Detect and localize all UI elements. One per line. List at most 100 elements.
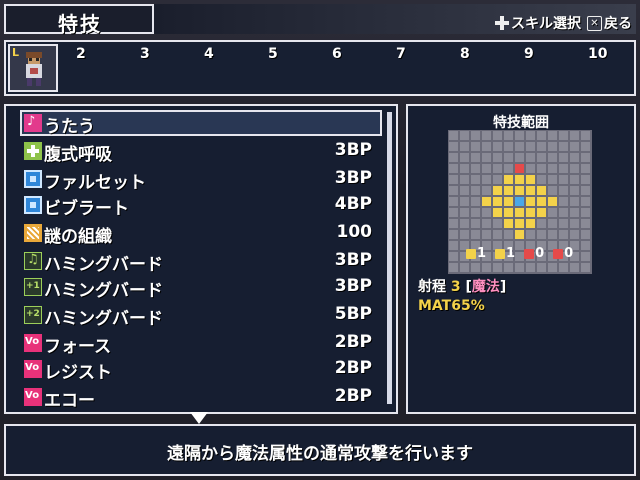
party-slot-8[interactable]: 8 (460, 46, 470, 62)
title-box: 特技 (4, 4, 154, 36)
grid-cell (493, 219, 502, 228)
down-arrow-value-2: 0 (553, 246, 573, 261)
grid-cell (526, 230, 535, 239)
grid-cell (559, 164, 568, 173)
grid-cell (581, 208, 590, 217)
up-arrow-icon (466, 248, 476, 259)
scroll-down-arrow-icon (190, 412, 208, 424)
grid-cell (493, 208, 502, 217)
skill-row[interactable]: レジスト 2BP (20, 356, 382, 383)
grid-cell (581, 263, 590, 272)
grid-cell (515, 263, 524, 272)
party-slot-6[interactable]: 6 (332, 46, 342, 62)
skill-row[interactable]: 腹式呼吸 3BP (20, 138, 382, 165)
grid-cell (526, 164, 535, 173)
grid-cell (526, 131, 535, 140)
grid-cell (482, 219, 491, 228)
grid-cell (570, 153, 579, 162)
grid-cell (449, 252, 458, 261)
arrow-value: 1 (477, 246, 487, 261)
grid-cell (559, 186, 568, 195)
grid-cell (537, 208, 546, 217)
grid-cell (482, 164, 491, 173)
grid-cell (526, 175, 535, 184)
party-slot-10[interactable]: 10 (588, 46, 607, 62)
grid-cell (460, 131, 469, 140)
party-slot-3[interactable]: 3 (140, 46, 150, 62)
party-slot-9[interactable]: 9 (524, 46, 534, 62)
grid-cell (449, 241, 458, 250)
grid-cell (581, 230, 590, 239)
character-sprite-icon (26, 52, 42, 86)
grid-cell (581, 142, 590, 151)
range-value: 3 (450, 279, 461, 295)
grid-cell (460, 263, 469, 272)
grid-cell (482, 263, 491, 272)
skill-cost: 3BP (334, 250, 372, 270)
grid-cell (526, 263, 535, 272)
hint-back[interactable]: 戻る (604, 13, 632, 33)
skill-name: フォース (44, 337, 112, 357)
party-slot-5[interactable]: 5 (268, 46, 278, 62)
grid-cell (493, 175, 502, 184)
grid-cell (482, 230, 491, 239)
grid-cell (493, 153, 502, 162)
grid-cell (471, 175, 480, 184)
grid-cell (449, 131, 458, 140)
grid-cell (504, 263, 513, 272)
grid-cell (548, 197, 557, 206)
riddle-icon (24, 224, 42, 242)
blue-square-icon (24, 170, 42, 188)
grid-cell (482, 131, 491, 140)
skill-cost: 100 (336, 222, 373, 242)
skill-row[interactable]: エコー 2BP (20, 384, 382, 411)
party-slot-4[interactable]: 4 (204, 46, 214, 62)
grid-cell (548, 263, 557, 272)
up-arrow-value-2: 0 (524, 246, 544, 261)
grid-cell (548, 208, 557, 217)
party-bar: L 2 3 4 5 6 7 8 9 10 (4, 40, 636, 96)
grid-cell (548, 230, 557, 239)
skill-cost: 2BP (334, 332, 372, 352)
grid-cell (460, 153, 469, 162)
grid-cell (570, 219, 579, 228)
grid-cell (449, 142, 458, 151)
grid-cell (570, 230, 579, 239)
skill-row[interactable]: フォース 2BP (20, 330, 382, 357)
skill-name: うたう (44, 117, 95, 137)
skill-row[interactable]: 謎の組織 100 (20, 220, 382, 247)
grid-cell (559, 219, 568, 228)
grid-cell (460, 230, 469, 239)
party-slot-selected[interactable]: L (8, 44, 58, 92)
grid-cell (493, 263, 502, 272)
grid-cell (581, 164, 590, 173)
grid-cell (526, 153, 535, 162)
skill-row[interactable]: ビブラート 4BP (20, 192, 382, 219)
scrollbar[interactable] (387, 112, 392, 404)
skill-row[interactable]: ハミングバード 3BP (20, 274, 382, 301)
grid-cell (471, 263, 480, 272)
party-slot-7[interactable]: 7 (396, 46, 406, 62)
skill-cost: 3BP (334, 140, 372, 160)
grid-cell (548, 131, 557, 140)
grid-cell (449, 164, 458, 173)
grid-cell (504, 131, 513, 140)
grid-cell (504, 164, 513, 173)
description-box: 遠隔から魔法属性の通常攻撃を行います (4, 424, 636, 476)
grid-cell (559, 230, 568, 239)
skill-cost: 3BP (334, 276, 372, 296)
party-slot-2[interactable]: 2 (76, 46, 86, 62)
skill-row[interactable]: ハミングバード 5BP (20, 302, 382, 329)
grid-cell (471, 186, 480, 195)
grid-cell (482, 142, 491, 151)
note-plus2-icon (24, 306, 42, 324)
up-arrow-value: 1 (466, 246, 486, 261)
skill-name: レジスト (44, 363, 112, 383)
grid-cell (537, 164, 546, 173)
grid-cell (515, 131, 524, 140)
skill-row-selected[interactable]: うたう (20, 110, 382, 137)
grid-cell (526, 142, 535, 151)
skill-row[interactable]: ハミングバード 3BP (20, 248, 382, 275)
skill-row[interactable]: ファルセット 3BP (20, 166, 382, 193)
skill-name: エコー (44, 391, 95, 411)
